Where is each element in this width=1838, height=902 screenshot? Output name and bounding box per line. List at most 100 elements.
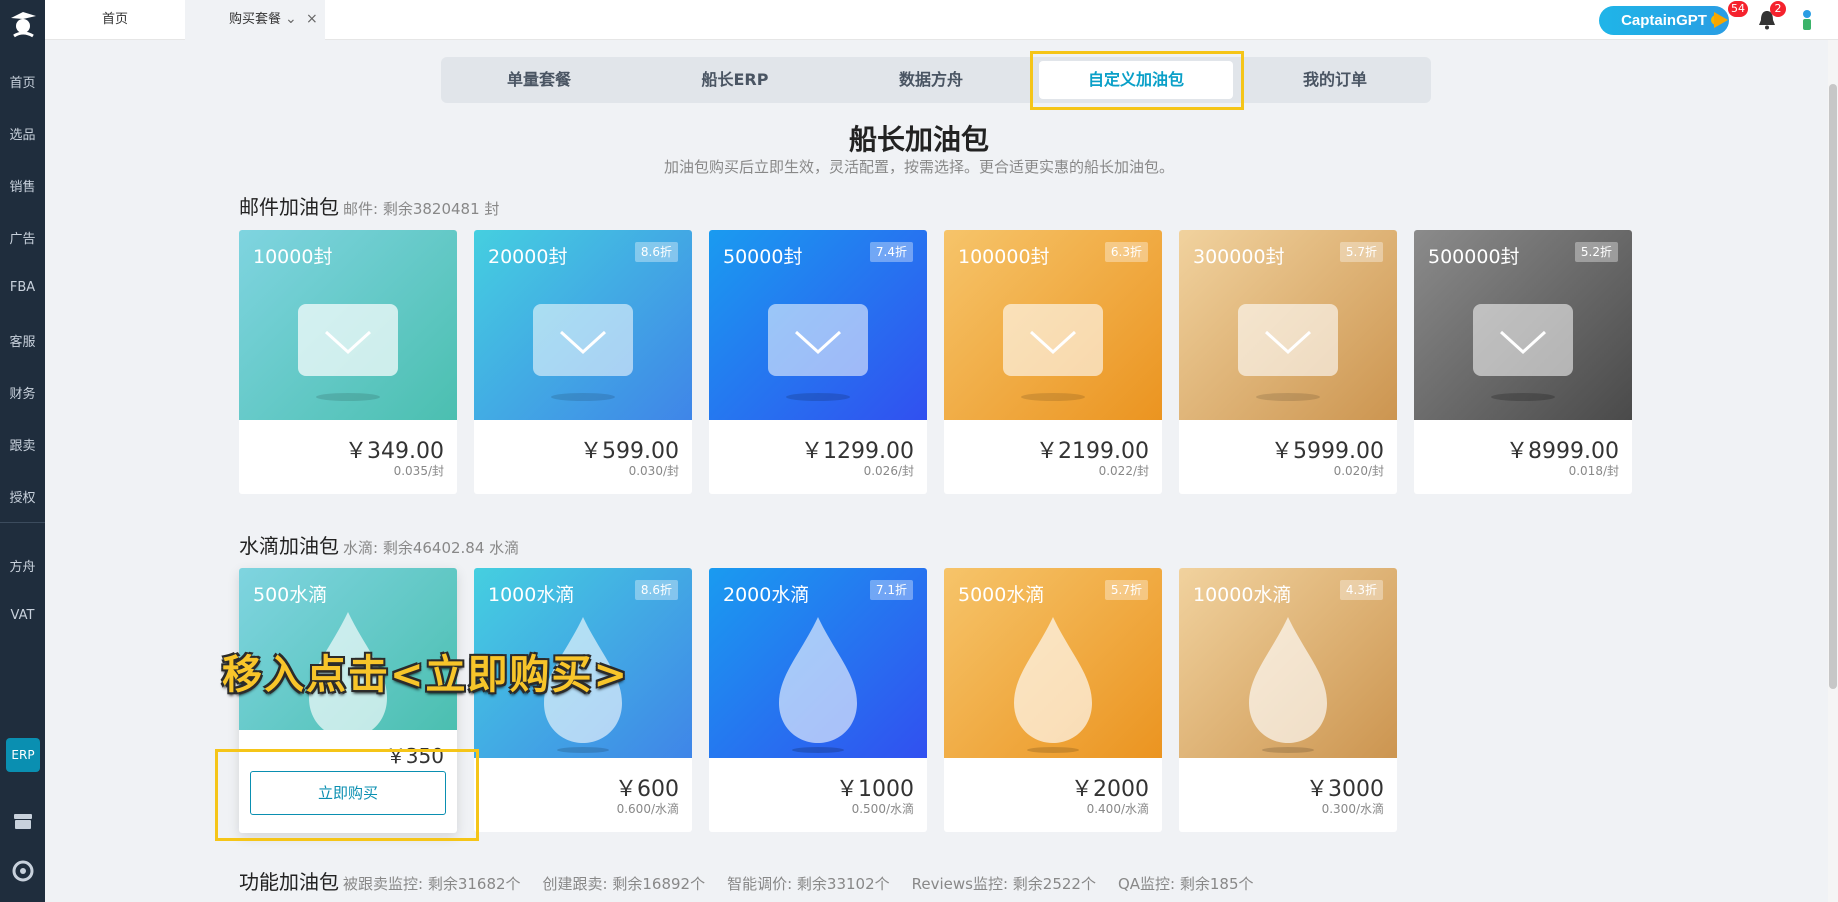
function-section-title: 功能加油包 被跟卖监控: 剩余31682个 创建跟卖: 剩余16892个 智能调价: …	[239, 866, 1254, 895]
discount-badge: 7.1折	[869, 580, 913, 600]
tab-home[interactable]: 首页	[45, 0, 185, 40]
drop-card-3[interactable]: 2000水滴 7.1折 ￥1000 0.500/水滴	[709, 568, 927, 832]
envelope-icon	[298, 304, 398, 401]
mail-section-label: 邮件加油包	[239, 195, 339, 219]
mail-card-5[interactable]: 300000封 5.7折 ￥5999.00 0.020/封	[1179, 230, 1397, 494]
page-title: 船长加油包	[848, 123, 989, 156]
card-unit-price: 0.500/水滴	[851, 802, 914, 816]
drop-card-5[interactable]: 10000水滴 4.3折 ￥3000 0.300/水滴	[1179, 568, 1397, 832]
card-name: 500000封	[1428, 246, 1520, 268]
card-banner: 2000水滴 7.1折	[709, 568, 927, 758]
sidebar-item-home[interactable]: 首页	[0, 72, 45, 91]
card-banner: 300000封 5.7折	[1179, 230, 1397, 420]
scrollbar-thumb[interactable]	[1829, 84, 1837, 689]
mail-card-4[interactable]: 100000封 6.3折 ￥2199.00 0.022/封	[944, 230, 1162, 494]
card-name: 10000封	[253, 246, 333, 268]
scrollbar[interactable]	[1828, 40, 1838, 902]
card-unit-price: 0.026/封	[863, 464, 914, 478]
card-name: 100000封	[958, 246, 1050, 268]
close-icon[interactable]: ×	[306, 0, 318, 40]
drop-card-2[interactable]: 1000水滴 8.6折 ￥600 0.600/水滴	[474, 568, 692, 832]
sidebar-item-service[interactable]: 客服	[0, 331, 45, 350]
card-unit-price: 0.030/封	[628, 464, 679, 478]
function-note: 创建跟卖: 剩余16892个	[542, 875, 706, 893]
function-note: Reviews监控: 剩余2522个	[911, 875, 1096, 893]
function-note: 被跟卖监控: 剩余31682个	[343, 875, 521, 893]
card-unit-price: 0.600/水滴	[616, 802, 679, 816]
card-name: 50000封	[723, 246, 803, 268]
card-banner: 50000封 7.4折	[709, 230, 927, 420]
sidebar-item-ark[interactable]: 方舟	[0, 556, 45, 575]
mail-remaining-note: 邮件: 剩余3820481 封	[343, 200, 500, 218]
chevron-down-icon[interactable]: ⌄	[285, 0, 297, 40]
mail-card-3[interactable]: 50000封 7.4折 ￥1299.00 0.026/封	[709, 230, 927, 494]
sidebar-item-vat[interactable]: VAT	[0, 608, 45, 623]
mail-card-1[interactable]: 10000封 ￥349.00 0.035/封	[239, 230, 457, 494]
drop-card-4[interactable]: 5000水滴 5.7折 ￥2000 0.400/水滴	[944, 568, 1162, 832]
sidebar-item-ads[interactable]: 广告	[0, 228, 45, 247]
sidebar-item-finance[interactable]: 财务	[0, 383, 45, 402]
tab-buy-package[interactable]: 购买套餐	[185, 0, 325, 40]
tab-highlight-box	[1030, 51, 1244, 110]
card-name: 1000水滴	[488, 584, 575, 606]
mail-card-6[interactable]: 500000封 5.2折 ￥8999.00 0.018/封	[1414, 230, 1632, 494]
card-price: ￥2199.00	[1036, 439, 1149, 464]
discount-badge: 8.6折	[634, 242, 678, 262]
card-name: 20000封	[488, 246, 568, 268]
mail-card-2[interactable]: 20000封 8.6折 ￥599.00 0.030/封	[474, 230, 692, 494]
discount-badge: 5.7折	[1104, 580, 1148, 600]
card-name: 5000水滴	[958, 584, 1045, 606]
discount-badge: 6.3折	[1104, 242, 1148, 262]
card-banner: 10000封	[239, 230, 457, 420]
discount-badge: 5.2折	[1574, 242, 1618, 262]
page-subtitle: 加油包购买后立即生效，灵活配置，按需选择。更合适更实惠的船长加油包。	[663, 158, 1174, 176]
envelope-icon	[533, 304, 633, 401]
tab-captain-erp[interactable]: 船长ERP	[647, 61, 823, 99]
envelope-icon	[1473, 304, 1573, 401]
card-unit-price: 0.300/水滴	[1321, 802, 1384, 816]
store-icon[interactable]	[12, 810, 34, 832]
instruction-caption: 移入点击<立即购买>	[222, 652, 630, 698]
support-icon[interactable]	[12, 860, 34, 882]
card-banner: 500000封 5.2折	[1414, 230, 1632, 420]
card-price: ￥1000	[836, 777, 914, 802]
sidebar-item-sales[interactable]: 销售	[0, 176, 45, 195]
card-price: ￥600	[615, 777, 679, 802]
package-type-tabs: 单量套餐 船长ERP 数据方舟 自定义加油包 我的订单	[441, 57, 1431, 103]
card-price: ￥2000	[1071, 777, 1149, 802]
sidebar-item-fba[interactable]: FBA	[0, 280, 45, 295]
card-name: 300000封	[1193, 246, 1285, 268]
user-avatar-icon[interactable]	[1797, 8, 1817, 32]
flag-count-badge: 54	[1728, 1, 1748, 17]
tab-single-order-package[interactable]: 单量套餐	[451, 61, 627, 99]
water-drop-icon	[1014, 617, 1092, 753]
envelope-icon	[1003, 304, 1103, 401]
card-unit-price: 0.018/封	[1568, 464, 1619, 478]
sidebar-item-follow-sell[interactable]: 跟卖	[0, 435, 45, 454]
card-unit-price: 0.400/水滴	[1086, 802, 1149, 816]
discount-badge: 8.6折	[634, 580, 678, 600]
buy-highlight-box	[215, 749, 479, 841]
erp-button[interactable]: ERP	[6, 738, 40, 772]
sidebar-divider	[0, 522, 45, 523]
card-unit-price: 0.035/封	[393, 464, 444, 478]
tab-my-orders[interactable]: 我的订单	[1247, 61, 1423, 99]
card-banner: 5000水滴 5.7折	[944, 568, 1162, 758]
card-price: ￥8999.00	[1506, 439, 1619, 464]
captain-gpt-label: CaptainGPT	[1621, 12, 1707, 29]
function-note: QA监控: 剩余185个	[1117, 875, 1254, 893]
card-price: ￥599.00	[580, 439, 679, 464]
card-unit-price: 0.020/封	[1333, 464, 1384, 478]
card-unit-price: 0.022/封	[1098, 464, 1149, 478]
captain-logo-icon[interactable]	[6, 6, 40, 40]
mail-section-title: 邮件加油包 邮件: 剩余3820481 封	[239, 191, 499, 220]
card-name: 10000水滴	[1193, 584, 1292, 606]
sidebar-item-authorize[interactable]: 授权	[0, 487, 45, 506]
envelope-icon	[1238, 304, 1338, 401]
water-drop-icon	[1249, 617, 1327, 753]
drop-section-title: 水滴加油包 水滴: 剩余46402.84 水滴	[239, 530, 519, 559]
card-banner: 100000封 6.3折	[944, 230, 1162, 420]
bell-count-badge: 2	[1770, 1, 1786, 17]
tab-data-ark[interactable]: 数据方舟	[843, 61, 1019, 99]
water-drop-icon	[779, 617, 857, 753]
